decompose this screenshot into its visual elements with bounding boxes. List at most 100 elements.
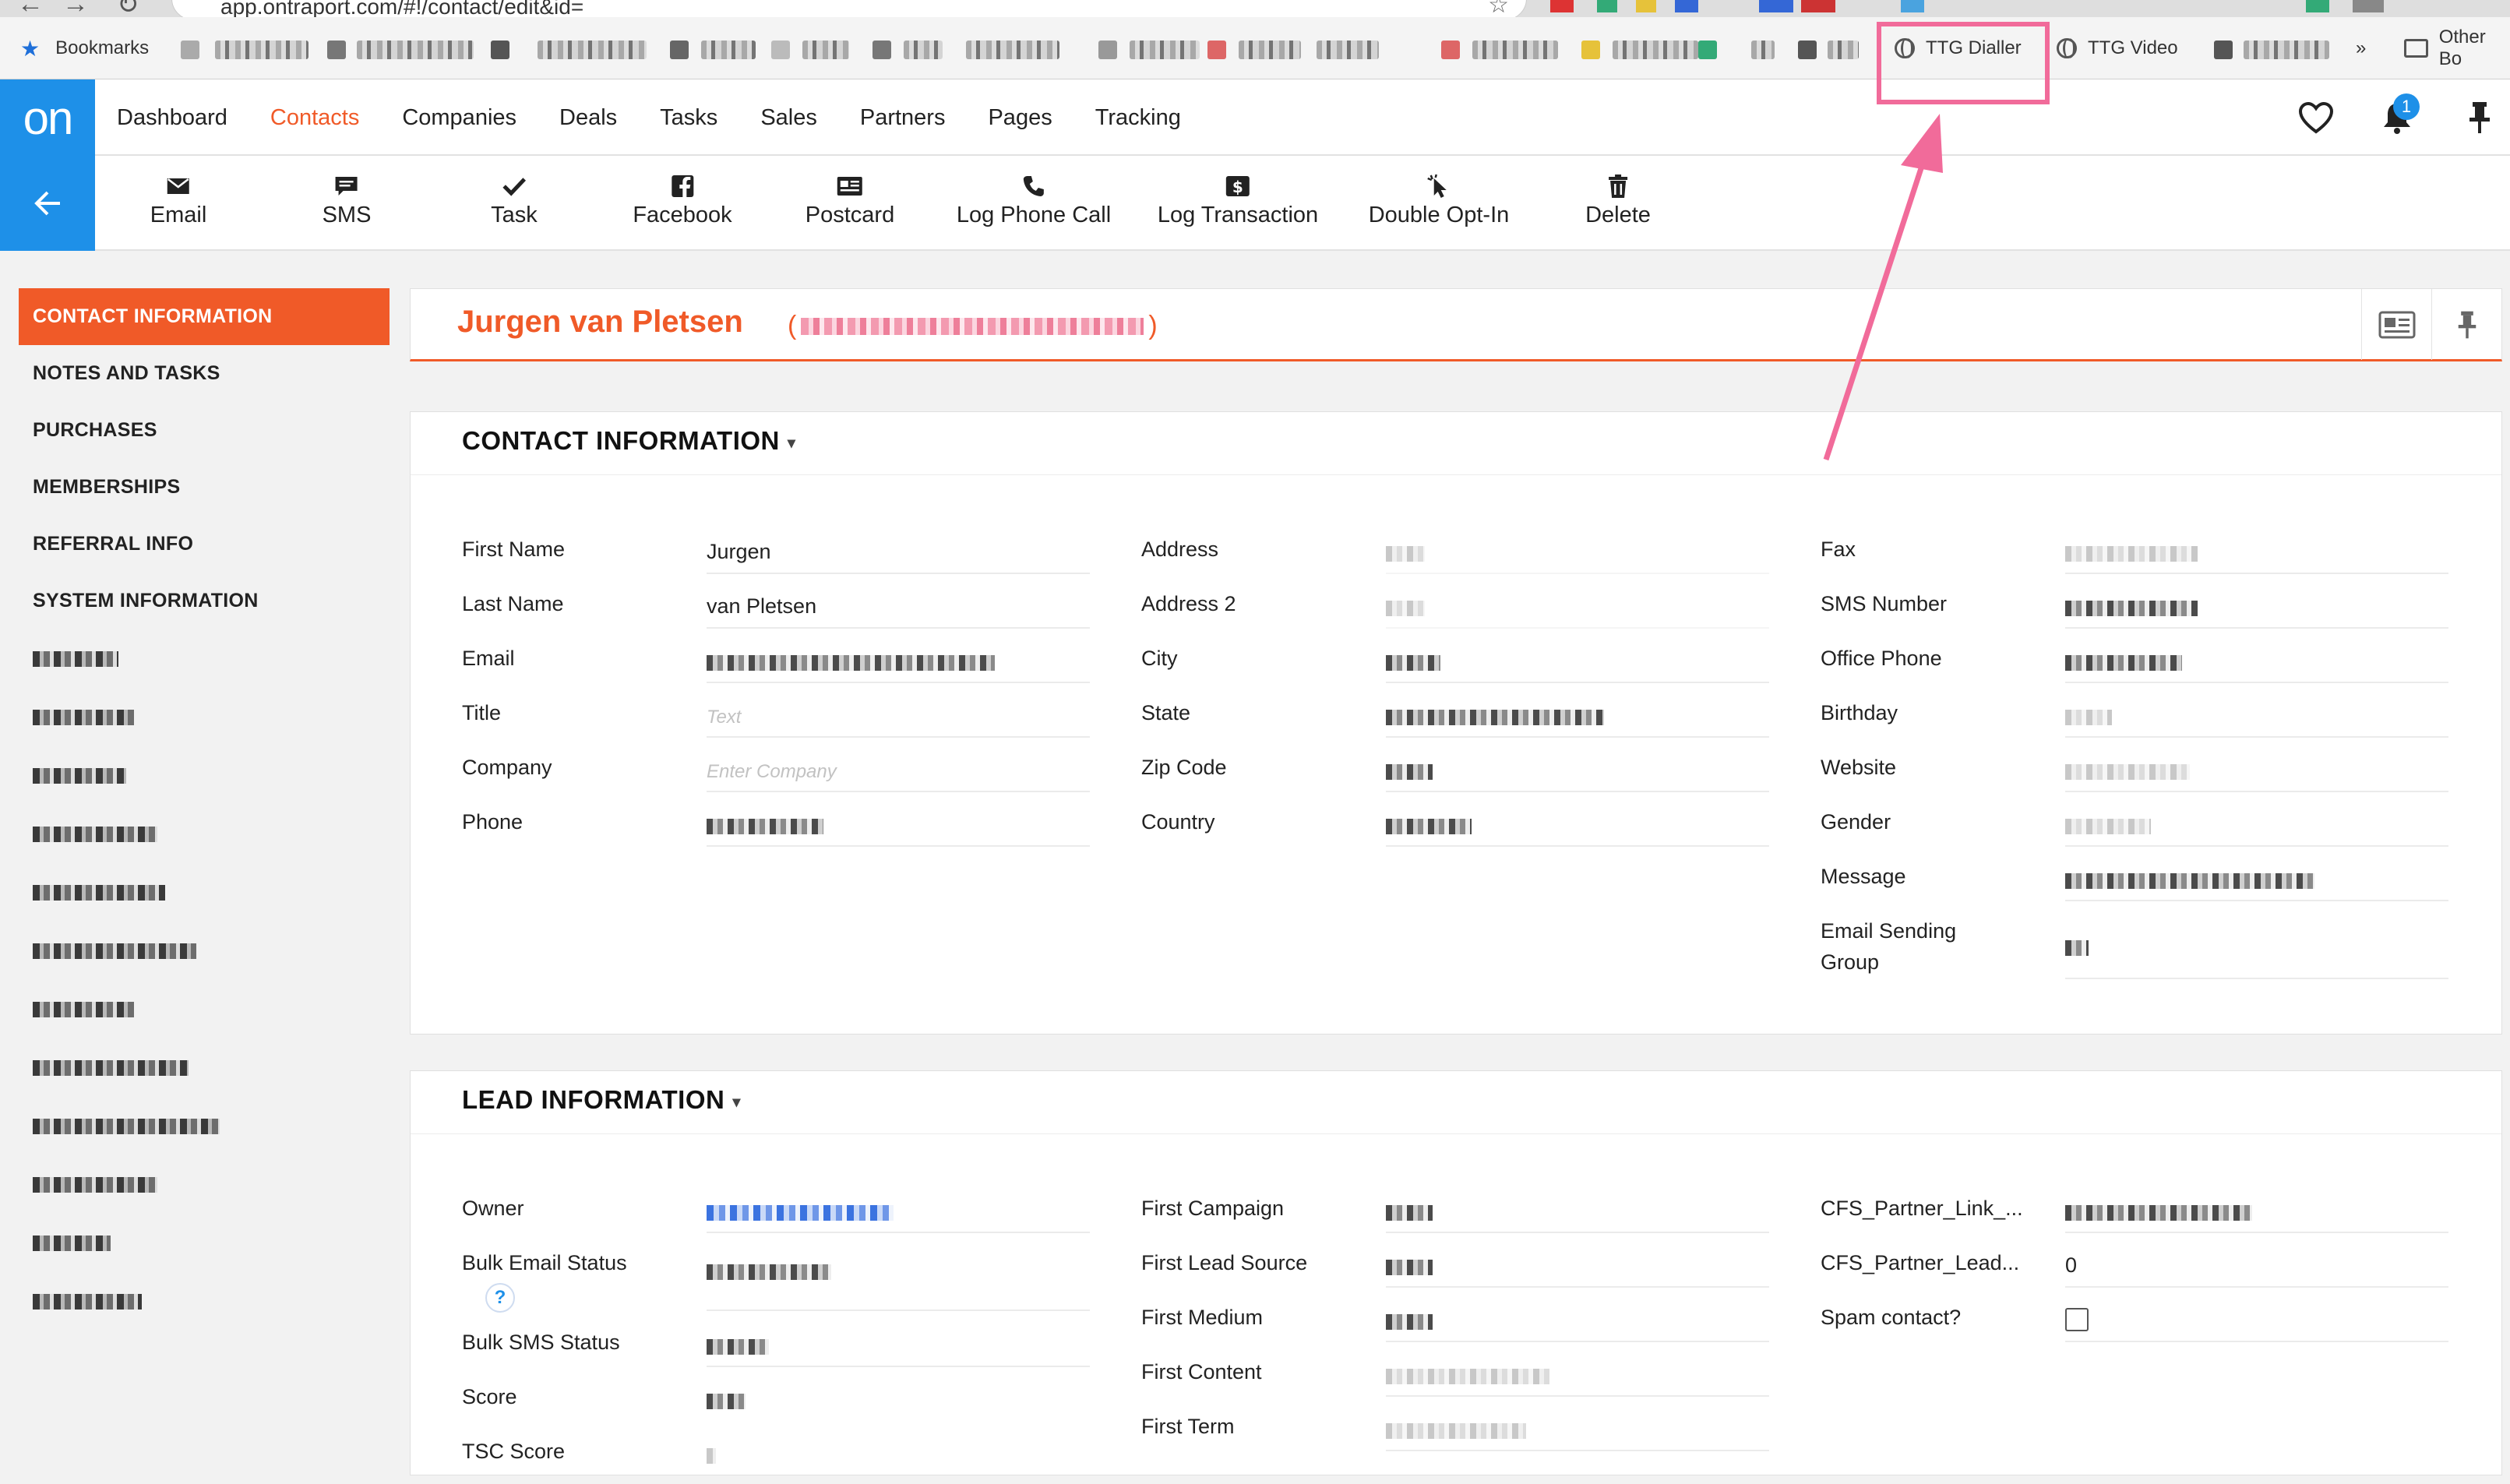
sidebar-item-redacted[interactable] <box>19 1097 390 1155</box>
first-medium-value[interactable] <box>1386 1303 1769 1342</box>
postcard-button[interactable]: Postcard <box>806 170 894 240</box>
nav-contacts[interactable]: Contacts <box>270 79 359 156</box>
bookmark-item[interactable] <box>2244 41 2329 59</box>
nav-partners[interactable]: Partners <box>860 79 946 156</box>
bookmark-item[interactable] <box>966 41 1059 59</box>
sidebar-item-redacted[interactable] <box>19 922 390 980</box>
sms-button[interactable]: SMS <box>323 170 371 240</box>
extension-icon[interactable] <box>2353 0 2384 12</box>
bulk-sms-status-select[interactable] <box>707 1328 1090 1367</box>
email-button[interactable]: Email <box>150 170 206 240</box>
reload-icon[interactable]: ↻ <box>117 0 139 17</box>
sidebar-item-memberships[interactable]: MEMBERSHIPS <box>19 459 390 516</box>
sidebar-item-system-information[interactable]: SYSTEM INFORMATION <box>19 573 390 629</box>
log-transaction-button[interactable]: $ Log Transaction <box>1158 170 1318 240</box>
sidebar-item-redacted[interactable] <box>19 863 390 922</box>
double-opt-in-button[interactable]: Double Opt-In <box>1369 170 1509 240</box>
address-bar[interactable]: app.ontraport.com/#!/contact/edit&id= ☆ <box>171 0 1527 17</box>
sidebar-item-redacted[interactable] <box>19 1272 390 1331</box>
extension-icon[interactable] <box>1675 0 1698 12</box>
first-name-input[interactable]: Jurgen <box>707 535 1090 574</box>
message-input[interactable] <box>2065 862 2448 901</box>
forward-arrow-icon[interactable]: → <box>62 0 89 17</box>
title-input[interactable]: Text <box>707 699 1090 738</box>
bookmark-item[interactable] <box>802 41 849 59</box>
cfs-partner-lead-value[interactable]: 0 <box>2065 1249 2448 1288</box>
extension-icon[interactable] <box>1550 0 1574 12</box>
extension-icon[interactable] <box>1759 0 1793 12</box>
extension-icon[interactable] <box>2306 0 2329 12</box>
first-campaign-value[interactable] <box>1386 1194 1769 1233</box>
sidebar-item-redacted[interactable] <box>19 1155 390 1214</box>
first-content-value[interactable] <box>1386 1358 1769 1397</box>
bookmarks-button[interactable]: ★ Bookmarks <box>20 17 149 79</box>
email-sending-group-select[interactable] <box>2065 917 2448 979</box>
address-2-input[interactable] <box>1386 590 1769 629</box>
phone-input[interactable] <box>707 808 1090 847</box>
nav-tracking[interactable]: Tracking <box>1095 79 1181 156</box>
log-phone-call-button[interactable]: Log Phone Call <box>957 170 1111 240</box>
first-lead-source-value[interactable] <box>1386 1249 1769 1288</box>
website-input[interactable] <box>2065 753 2448 792</box>
sms-number-input[interactable] <box>2065 590 2448 629</box>
bookmark-item[interactable] <box>701 41 756 59</box>
sidebar-item-redacted[interactable] <box>19 805 390 863</box>
state-select[interactable] <box>1386 699 1769 738</box>
back-arrow-icon[interactable]: ← <box>17 0 44 17</box>
sidebar-item-contact-information[interactable]: CONTACT INFORMATION <box>19 288 390 345</box>
owner-select[interactable] <box>707 1194 1090 1233</box>
card-view-icon[interactable] <box>2361 289 2431 360</box>
sidebar-item-notes-and-tasks[interactable]: NOTES AND TASKS <box>19 345 390 402</box>
facebook-button[interactable]: Facebook <box>633 170 732 240</box>
bookmark-item[interactable] <box>1828 41 1859 59</box>
bookmark-item[interactable] <box>1613 41 1698 59</box>
extension-icon[interactable] <box>1597 0 1617 12</box>
bookmark-item[interactable] <box>538 41 647 59</box>
zip-code-input[interactable] <box>1386 753 1769 792</box>
city-input[interactable] <box>1386 644 1769 683</box>
bookmark-ttg-video[interactable]: TTG Video <box>2057 17 2178 79</box>
sidebar-item-redacted[interactable] <box>19 629 390 688</box>
section-header[interactable]: LEAD INFORMATION ▾ <box>462 1085 741 1115</box>
pin-icon[interactable] <box>2431 289 2501 360</box>
star-icon[interactable]: ☆ <box>1488 0 1509 17</box>
bookmark-favicon[interactable] <box>491 41 509 59</box>
sidebar-item-redacted[interactable] <box>19 980 390 1038</box>
extension-icon[interactable] <box>1636 0 1656 12</box>
office-phone-input[interactable] <box>2065 644 2448 683</box>
help-icon[interactable]: ? <box>485 1283 515 1313</box>
bookmark-favicon[interactable] <box>1098 41 1117 59</box>
sidebar-item-redacted[interactable] <box>19 1214 390 1272</box>
bookmark-item[interactable] <box>1472 41 1558 59</box>
spam-contact-checkbox[interactable] <box>2065 1308 2089 1331</box>
company-input[interactable]: Enter Company <box>707 753 1090 792</box>
bookmark-item[interactable] <box>1751 41 1775 59</box>
last-name-input[interactable]: van Pletsen <box>707 590 1090 629</box>
delete-button[interactable]: Delete <box>1585 170 1651 240</box>
nav-dashboard[interactable]: Dashboard <box>117 79 227 156</box>
bookmark-favicon[interactable] <box>1698 41 1717 59</box>
bookmarks-overflow-button[interactable]: » <box>2356 17 2366 79</box>
extension-icon[interactable] <box>1901 0 1924 12</box>
bookmark-favicon[interactable] <box>2214 41 2233 59</box>
bookmark-favicon[interactable] <box>670 41 689 59</box>
bookmark-favicon[interactable] <box>1207 41 1226 59</box>
bookmark-item[interactable] <box>1239 41 1301 59</box>
bookmark-item[interactable] <box>1317 41 1379 59</box>
email-input[interactable] <box>707 644 1090 683</box>
bookmark-favicon[interactable] <box>181 41 199 59</box>
section-header[interactable]: CONTACT INFORMATION ▾ <box>462 426 795 456</box>
pin-icon[interactable] <box>2459 97 2501 139</box>
bookmark-favicon[interactable] <box>1581 41 1600 59</box>
bookmark-favicon[interactable] <box>1441 41 1460 59</box>
nav-tasks[interactable]: Tasks <box>660 79 717 156</box>
bookmark-favicon[interactable] <box>771 41 790 59</box>
nav-pages[interactable]: Pages <box>988 79 1052 156</box>
sidebar-item-redacted[interactable] <box>19 1038 390 1097</box>
bookmark-item[interactable] <box>1130 41 1200 59</box>
bookmark-favicon[interactable] <box>873 41 891 59</box>
other-bookmarks-folder[interactable]: Other Bo <box>2404 17 2510 79</box>
bookmark-item[interactable] <box>357 41 474 59</box>
sidebar-item-referral-info[interactable]: REFERRAL INFO <box>19 516 390 573</box>
ontraport-logo[interactable]: on <box>0 79 95 156</box>
